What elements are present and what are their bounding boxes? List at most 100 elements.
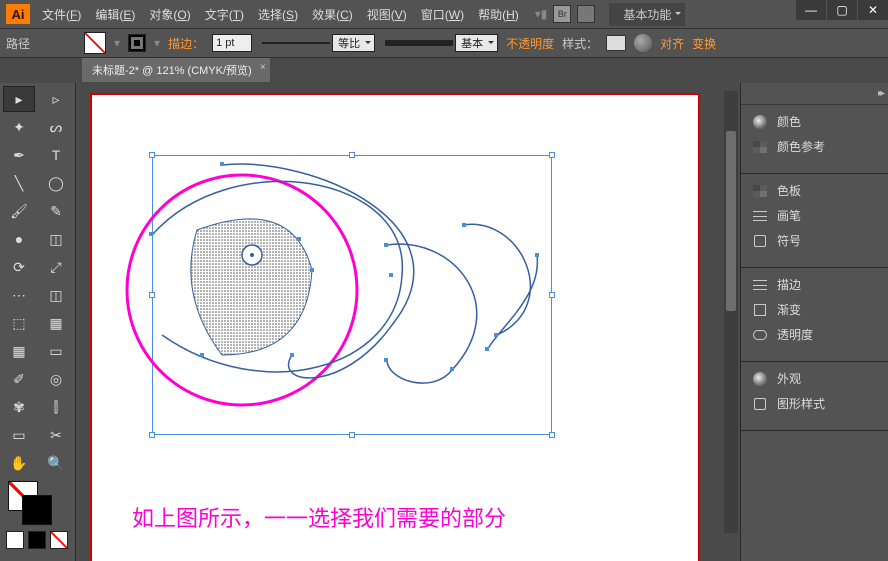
scale-tool[interactable]: ⤢ xyxy=(41,255,71,279)
panel-item-stroke[interactable]: 描边 xyxy=(741,272,888,297)
panel-group3: 描边渐变透明度 xyxy=(741,268,888,362)
panel-collapse[interactable]: ▸▸ xyxy=(741,83,888,105)
eyedropper-tool[interactable]: ✐ xyxy=(4,367,34,391)
menu-c[interactable]: 效果(C) xyxy=(306,2,359,27)
menu-s[interactable]: 选择(S) xyxy=(252,2,304,27)
none-mode[interactable] xyxy=(50,531,68,549)
slice-tool[interactable]: ✂ xyxy=(41,423,71,447)
blob-tool[interactable]: ● xyxy=(4,227,34,251)
type-tool[interactable]: T xyxy=(41,143,71,167)
style-thumb[interactable] xyxy=(606,35,626,51)
mesh-tool[interactable]: ▦ xyxy=(4,339,34,363)
ellipse-tool[interactable]: ◯ xyxy=(41,171,71,195)
align-link[interactable]: 对齐 xyxy=(660,35,684,52)
canvas-area[interactable]: 如上图所示，一一选择我们需要的部分 xyxy=(76,83,740,561)
toolbox: ▸ ▹ ✦ ᔕ ✒ T ╲ ◯ 🖌 ✎ ● ◫ ⟳ ⤢ ⋯ ◫ ⬚ ▦ ▦ ▭ ✐ ◎ ✾ ⫿ ▭ ✂ ✋ 🔍 xyxy=(0,83,76,561)
arrange-icon[interactable] xyxy=(577,5,595,23)
opacity-link[interactable]: 不透明度 xyxy=(506,35,554,52)
stroke-profile-dropdown[interactable]: 等比 xyxy=(260,34,375,52)
lasso-tool[interactable]: ᔕ xyxy=(41,115,71,139)
title-bar: Ai 文件(F)编辑(E)对象(O)文字(T)选择(S)效果(C)视图(V)窗口… xyxy=(0,0,888,28)
search-icon[interactable]: ▾▮ xyxy=(535,7,548,21)
bridge-icon[interactable]: Br xyxy=(553,5,571,23)
magic-wand-tool[interactable]: ✦ xyxy=(4,115,34,139)
menu-v[interactable]: 视图(V) xyxy=(361,2,413,27)
symbols-icon xyxy=(751,233,769,249)
line-tool[interactable]: ╲ xyxy=(4,171,34,195)
gradient-tool[interactable]: ▭ xyxy=(41,339,71,363)
main-menu: 文件(F)编辑(E)对象(O)文字(T)选择(S)效果(C)视图(V)窗口(W)… xyxy=(36,2,525,27)
fill-swatch[interactable] xyxy=(84,32,106,54)
workspace-switcher[interactable]: 基本功能 xyxy=(609,3,685,26)
menu-h[interactable]: 帮助(H) xyxy=(472,2,525,27)
panel-label: 画笔 xyxy=(777,207,801,224)
minimize-button[interactable]: — xyxy=(796,0,826,20)
black-mode[interactable] xyxy=(28,531,46,549)
panel-label: 颜色 xyxy=(777,113,801,130)
object-type-label: 路径 xyxy=(6,35,76,52)
eraser-tool[interactable]: ◫ xyxy=(41,227,71,251)
menu-e[interactable]: 编辑(E) xyxy=(89,2,141,27)
pen-tool[interactable]: ✒ xyxy=(4,143,34,167)
transform-link[interactable]: 变换 xyxy=(692,35,716,52)
brush-tool[interactable]: 🖌 xyxy=(4,199,34,223)
chevron-right-icon: ▸▸ xyxy=(878,88,882,99)
stroke-swatch[interactable] xyxy=(128,34,146,52)
fill-stroke-indicator[interactable] xyxy=(8,481,54,527)
perspective-tool[interactable]: ▦ xyxy=(41,311,71,335)
menu-f[interactable]: 文件(F) xyxy=(36,2,87,27)
panel-label: 图形样式 xyxy=(777,395,825,412)
panel-item-color-guide[interactable]: 颜色参考 xyxy=(741,134,888,159)
appearance-icon xyxy=(751,371,769,387)
direct-select-tool[interactable]: ▹ xyxy=(41,87,71,111)
panel-item-gradient[interactable]: 渐变 xyxy=(741,297,888,322)
stroke-indicator[interactable] xyxy=(22,495,52,525)
selection-tool[interactable]: ▸ xyxy=(4,87,34,111)
color-icon xyxy=(751,114,769,130)
recolor-icon[interactable] xyxy=(634,34,652,52)
panel-dock: ▸▸ 颜色颜色参考色板画笔符号描边渐变透明度外观图形样式 xyxy=(740,83,888,561)
panel-item-appearance[interactable]: 外观 xyxy=(741,366,888,391)
panel-item-symbols[interactable]: 符号 xyxy=(741,228,888,253)
close-button[interactable]: ✕ xyxy=(858,0,888,20)
blend-tool[interactable]: ◎ xyxy=(41,367,71,391)
brush-def-dropdown[interactable]: 基本 xyxy=(383,34,498,52)
artboard-tool[interactable]: ▭ xyxy=(4,423,34,447)
pencil-tool[interactable]: ✎ xyxy=(41,199,71,223)
shape-builder-tool[interactable]: ⬚ xyxy=(4,311,34,335)
symbol-spray-tool[interactable]: ✾ xyxy=(4,395,34,419)
brushes-icon xyxy=(751,208,769,224)
menu-w[interactable]: 窗口(W) xyxy=(415,2,470,27)
panel-group1: 颜色颜色参考 xyxy=(741,105,888,174)
panel-label: 渐变 xyxy=(777,301,801,318)
stroke-link[interactable]: 描边： xyxy=(168,35,204,52)
menu-o[interactable]: 对象(O) xyxy=(143,2,196,27)
graph-tool[interactable]: ⫿ xyxy=(41,395,71,419)
transparency-icon xyxy=(751,327,769,343)
gradient-icon xyxy=(751,302,769,318)
panel-item-color[interactable]: 颜色 xyxy=(741,109,888,134)
vertical-scrollbar[interactable] xyxy=(724,91,738,533)
width-tool[interactable]: ⋯ xyxy=(4,283,34,307)
panel-label: 符号 xyxy=(777,232,801,249)
hand-tool[interactable]: ✋ xyxy=(4,451,34,475)
rotate-tool[interactable]: ⟳ xyxy=(4,255,34,279)
app-logo: Ai xyxy=(6,4,30,24)
panel-item-swatches[interactable]: 色板 xyxy=(741,178,888,203)
close-icon[interactable]: × xyxy=(260,62,266,73)
color-guide-icon xyxy=(751,139,769,155)
menu-t[interactable]: 文字(T) xyxy=(199,2,250,27)
free-transform-tool[interactable]: ◫ xyxy=(41,283,71,307)
scrollbar-thumb[interactable] xyxy=(726,131,736,311)
panel-label: 描边 xyxy=(777,276,801,293)
white-mode[interactable] xyxy=(6,531,24,549)
stroke-weight-input[interactable]: 1 pt xyxy=(212,34,252,52)
panel-group2: 色板画笔符号 xyxy=(741,174,888,268)
document-tab[interactable]: 未标题-2* @ 121% (CMYK/预览) × xyxy=(82,58,270,82)
panel-item-brushes[interactable]: 画笔 xyxy=(741,203,888,228)
panel-item-graphic-styles[interactable]: 图形样式 xyxy=(741,391,888,416)
panel-item-transparency[interactable]: 透明度 xyxy=(741,322,888,347)
zoom-tool[interactable]: 🔍 xyxy=(41,451,71,475)
maximize-button[interactable]: ▢ xyxy=(827,0,857,20)
artboard[interactable]: 如上图所示，一一选择我们需要的部分 xyxy=(92,95,698,561)
